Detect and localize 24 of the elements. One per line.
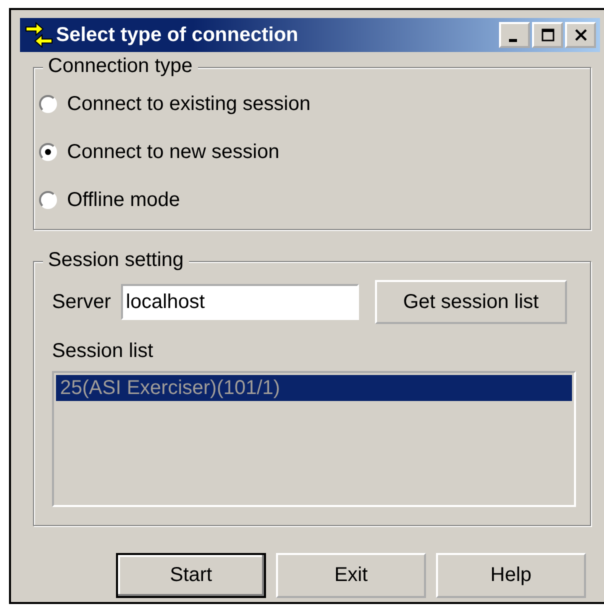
radio-button[interactable]	[39, 191, 57, 209]
radio-button[interactable]	[39, 143, 57, 161]
close-button[interactable]	[565, 22, 596, 48]
radio-label[interactable]: Connect to existing session	[67, 92, 310, 116]
group-label: Connection type	[43, 55, 198, 78]
maximize-icon	[540, 28, 554, 42]
help-button[interactable]: Help	[436, 553, 586, 598]
start-button[interactable]: Start	[116, 553, 266, 598]
server-field[interactable]: localhost	[120, 284, 359, 320]
session-list-label: Session list	[52, 340, 154, 363]
session-item[interactable]: 25(ASI Exerciser)(101/1)	[56, 375, 572, 401]
server-label: Server	[52, 290, 111, 314]
maximize-button[interactable]	[532, 22, 563, 48]
radio-label[interactable]: Offline mode	[67, 188, 180, 212]
minimize-button[interactable]	[499, 22, 530, 48]
radio-button[interactable]	[39, 95, 57, 113]
arrows-icon	[24, 21, 54, 49]
minimize-icon	[509, 38, 517, 42]
close-icon	[574, 28, 588, 42]
get-session-list-button[interactable]: Get session list	[374, 280, 567, 324]
window-title: Select type of connection	[56, 24, 300, 46]
group-label: Session setting	[43, 249, 189, 272]
exit-button[interactable]: Exit	[276, 553, 426, 598]
radio-label[interactable]: Connect to new session	[67, 140, 280, 164]
